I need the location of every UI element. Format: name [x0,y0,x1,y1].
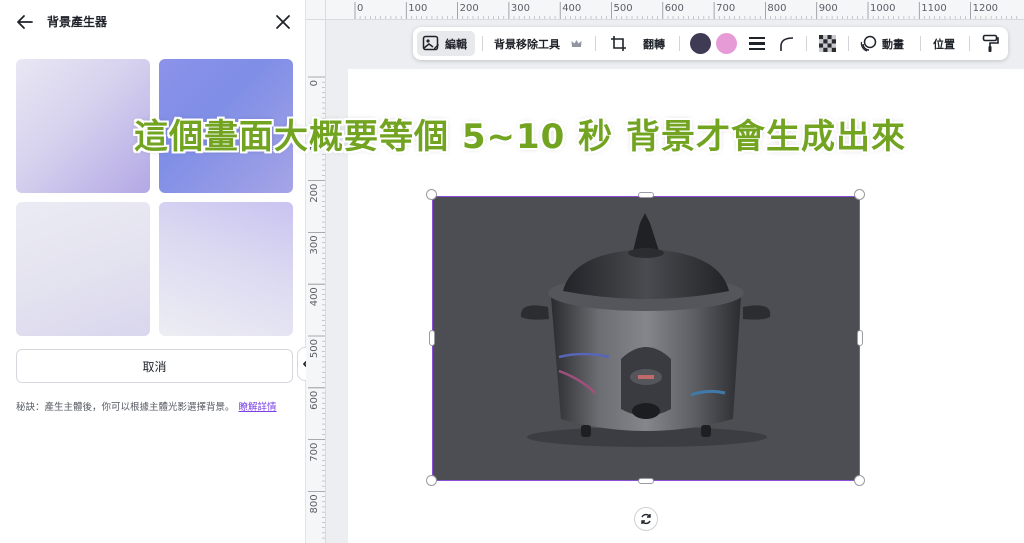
crown-icon [571,40,582,47]
animate-icon [860,35,877,52]
ruler-tick-label: 600 [665,3,684,14]
ruler-tick-label: 300 [511,3,530,14]
ruler-tick-label: 0 [309,80,320,86]
flip-button[interactable]: 翻轉 [643,36,665,52]
resize-handle-bottom[interactable] [638,478,654,484]
toolbar-divider [595,36,596,51]
background-option-1[interactable] [16,59,150,193]
rice-cooker-image [520,213,771,447]
horizontal-ruler: 0 100 200 300 400 500 600 700 800 900 1000 1100 1200 [326,0,1024,20]
resize-handle-left[interactable] [429,330,435,346]
ruler-tick-label: 300 [309,235,320,254]
ruler-tick-label: 800 [767,3,786,14]
ruler-tick-label: 900 [819,3,838,14]
rotate-button[interactable] [634,507,658,531]
background-remover-button[interactable]: 背景移除工具 [494,36,560,52]
ruler-tick-label: 100 [408,3,427,14]
editor-window: 背景產生器 取消 秘訣：產生主體後，你可以根據主體光影選擇背景。 瞭解詳情 0 10… [0,0,1024,543]
learn-more-link[interactable]: 瞭解詳情 [239,402,277,413]
toolbar-divider [848,36,849,51]
transparency-icon[interactable] [819,35,836,52]
color-swatch-dark[interactable] [690,33,711,54]
edit-label: 編輯 [445,38,467,51]
ruler-tick-label: 700 [716,3,735,14]
edit-button[interactable]: 編輯 [417,31,475,56]
position-button[interactable]: 位置 [933,36,955,52]
ruler-tick-label: 1000 [870,3,895,14]
crop-icon[interactable] [610,35,627,52]
ruler-tick-label: 400 [562,3,581,14]
resize-handle-top-left[interactable] [426,189,437,200]
ruler-tick-label: 200 [309,184,320,203]
selected-image[interactable] [432,196,860,481]
ruler-tick-label: 400 [309,287,320,306]
instruction-caption: 這個畫面大概要等個 5~10 秒 背景才會生成出來 [134,117,906,157]
toolbar-divider [679,36,680,51]
panel-title: 背景產生器 [47,15,108,29]
close-icon[interactable] [272,11,294,33]
resize-handle-top-right[interactable] [854,189,865,200]
arrow-left-icon[interactable] [14,11,36,33]
vertical-ruler: 0100200300400500600700800 [306,20,326,543]
tip-text: 秘訣：產生主體後，你可以根據主體光影選擇背景。 [16,402,235,413]
ruler-tick-label: 500 [309,339,320,358]
resize-handle-right[interactable] [857,330,863,346]
resize-handle-bottom-left[interactable] [426,475,437,486]
ruler-tick-label: 700 [309,443,320,462]
toolbar-divider [482,36,483,51]
ruler-tick-label: 1200 [973,3,998,14]
image-edit-icon [422,35,439,51]
toolbar-divider [969,36,970,51]
line-style-icon[interactable] [749,36,765,51]
panel-header: 背景產生器 [0,0,306,44]
ruler-tick-label: 800 [309,494,320,513]
animate-button[interactable]: 動畫 [882,36,904,52]
color-swatch-pink[interactable] [716,33,737,54]
background-option-3[interactable] [16,202,150,336]
context-toolbar: 編輯 背景移除工具 翻轉 動畫 位置 [413,27,1008,60]
tip-text-row: 秘訣：產生主體後，你可以根據主體光影選擇背景。 瞭解詳情 [16,399,277,413]
ruler-corner [306,0,326,20]
background-option-4[interactable] [159,202,293,336]
ruler-tick-label: 200 [460,3,479,14]
toolbar-divider [806,36,807,51]
resize-handle-top[interactable] [638,192,654,198]
ruler-tick-label: 1100 [921,3,946,14]
ruler-tick-label: 0 [357,3,363,14]
ruler-tick-label: 500 [614,3,633,14]
resize-handle-bottom-right[interactable] [854,475,865,486]
rotate-icon [641,513,651,525]
corner-radius-icon[interactable] [779,36,795,52]
ruler-tick-label: 600 [309,391,320,410]
cancel-button[interactable]: 取消 [16,349,293,383]
paint-roller-icon[interactable] [982,34,999,53]
toolbar-divider [920,36,921,51]
background-generator-panel: 背景產生器 取消 秘訣：產生主體後，你可以根據主體光影選擇背景。 瞭解詳情 [0,0,306,543]
